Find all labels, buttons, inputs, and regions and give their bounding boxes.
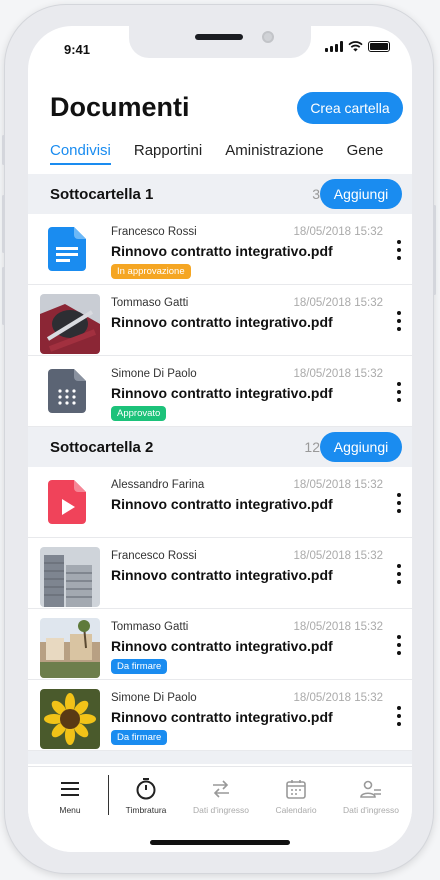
tabbar-label: Dati d'ingresso [193, 805, 249, 815]
photo-thumbnail [40, 547, 100, 607]
item-author: Tommaso Gatti [111, 297, 189, 309]
more-options-icon[interactable] [396, 706, 402, 726]
item-date: 18/05/2018 15:32 [293, 692, 383, 704]
photo-thumbnail [40, 689, 100, 749]
tab-aministrazione[interactable]: Aministrazione [225, 142, 323, 159]
list-item[interactable]: Alessandro Farina 18/05/2018 15:32 Rinno… [28, 467, 412, 538]
home-indicator[interactable] [150, 840, 290, 845]
item-author: Simone Di Paolo [111, 368, 197, 380]
tabbar-label: Dati d'ingresso [343, 805, 399, 815]
item-author: Simone Di Paolo [111, 692, 197, 704]
list-item[interactable]: Tommaso Gatti 18/05/2018 15:32 Rinnovo c… [28, 609, 412, 680]
tabbar-timbratura[interactable]: Timbratura [111, 777, 181, 815]
add-button[interactable]: Aggiungi [320, 179, 402, 209]
section-title: Sottocartella 2 [50, 439, 154, 456]
wifi-icon [348, 41, 363, 52]
more-options-icon[interactable] [396, 635, 402, 655]
calendar-icon [286, 780, 306, 799]
item-filename: Rinnovo contratto integrativo.pdf [111, 709, 333, 725]
status-badge: Da firmare [111, 659, 168, 674]
item-date: 18/05/2018 15:32 [293, 368, 383, 380]
more-options-icon[interactable] [396, 493, 402, 513]
tabbar-label: Menu [59, 805, 81, 815]
page-title: Documenti [50, 92, 190, 122]
section-count: 3 [312, 186, 320, 202]
list-item[interactable]: Tommaso Gatti 18/05/2018 15:32 Rinnovo c… [28, 285, 412, 356]
tabbar-menu[interactable]: Menu [35, 777, 105, 815]
tabbar-dati-ingresso-users[interactable]: Dati d'ingresso [336, 777, 406, 815]
video-file-icon [48, 480, 86, 524]
item-author: Alessandro Farina [111, 479, 205, 491]
tabbar-label: Calendario [275, 805, 317, 815]
more-options-icon[interactable] [396, 382, 402, 402]
status-badge: Da firmare [111, 730, 168, 745]
screen: 9:41 Documenti Crea cartella Condivisi R… [28, 26, 412, 852]
tab-bar: Condivisi Rapportini Aministrazione Gene [50, 142, 406, 165]
item-date: 18/05/2018 15:32 [293, 621, 383, 633]
add-button[interactable]: Aggiungi [320, 432, 402, 462]
photo-thumbnail [40, 294, 100, 354]
tabbar-divider [108, 775, 109, 815]
more-options-icon[interactable] [396, 240, 402, 260]
volume-down-button [2, 267, 5, 325]
transfer-arrows-icon [213, 780, 229, 798]
document-icon [48, 227, 86, 271]
item-date: 18/05/2018 15:32 [293, 550, 383, 562]
item-filename: Rinnovo contratto integrativo.pdf [111, 385, 333, 401]
list-item[interactable]: Francesco Rossi 18/05/2018 15:32 Rinnovo… [28, 538, 412, 609]
item-author: Francesco Rossi [111, 226, 197, 238]
item-filename: Rinnovo contratto integrativo.pdf [111, 243, 333, 259]
item-author: Tommaso Gatti [111, 621, 189, 633]
grid-file-icon [48, 369, 86, 413]
item-filename: Rinnovo contratto integrativo.pdf [111, 314, 333, 330]
status-badge: Approvato [111, 406, 167, 421]
photo-thumbnail [40, 618, 100, 678]
tabbar-dati-ingresso[interactable]: Dati d'ingresso [186, 777, 256, 815]
item-author: Francesco Rossi [111, 550, 197, 562]
mute-switch [2, 135, 5, 165]
document-list: Sottocartella 1 3 Aggiungi Francesco Ros… [28, 174, 412, 764]
stopwatch-icon [136, 778, 156, 800]
tabbar-label: Timbratura [125, 805, 167, 815]
item-filename: Rinnovo contratto integrativo.pdf [111, 567, 333, 583]
section-header: Sottocartella 1 3 Aggiungi [28, 174, 412, 214]
users-icon [360, 780, 381, 798]
item-date: 18/05/2018 15:32 [293, 479, 383, 491]
notch [129, 26, 311, 58]
list-item[interactable]: Simone Di Paolo 18/05/2018 15:32 Rinnovo… [28, 680, 412, 751]
item-date: 18/05/2018 15:32 [293, 226, 383, 238]
status-badge: In approvazione [111, 264, 191, 279]
section-header: Sottocartella 2 12 Aggiungi [28, 427, 412, 467]
tab-rapportini[interactable]: Rapportini [134, 142, 202, 159]
battery-icon [368, 41, 390, 52]
list-item[interactable]: Simone Di Paolo 18/05/2018 15:32 Rinnovo… [28, 356, 412, 427]
more-options-icon[interactable] [396, 311, 402, 331]
power-button [433, 205, 436, 295]
volume-up-button [2, 195, 5, 253]
create-folder-button[interactable]: Crea cartella [297, 92, 403, 124]
status-icons [325, 41, 390, 52]
status-time: 9:41 [64, 42, 91, 57]
section-count: 12 [304, 439, 320, 455]
menu-icon [61, 782, 79, 796]
signal-icon [325, 41, 343, 52]
item-date: 18/05/2018 15:32 [293, 297, 383, 309]
section-title: Sottocartella 1 [50, 186, 154, 203]
list-item[interactable]: Francesco Rossi 18/05/2018 15:32 Rinnovo… [28, 214, 412, 285]
more-options-icon[interactable] [396, 564, 402, 584]
tab-condivisi[interactable]: Condivisi [50, 142, 111, 165]
tab-gene[interactable]: Gene [347, 142, 384, 159]
item-filename: Rinnovo contratto integrativo.pdf [111, 638, 333, 654]
item-filename: Rinnovo contratto integrativo.pdf [111, 496, 333, 512]
tabbar-calendario[interactable]: Calendario [261, 777, 331, 815]
